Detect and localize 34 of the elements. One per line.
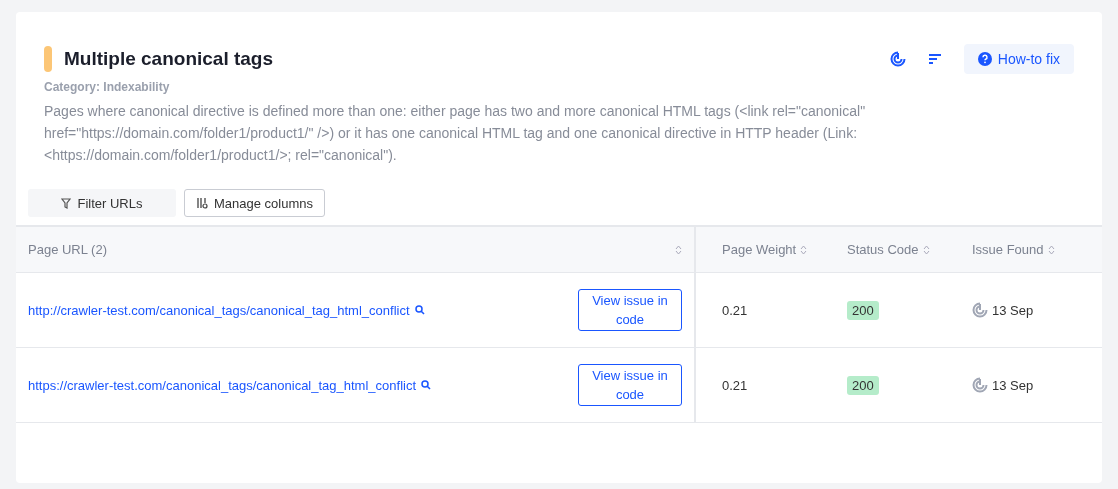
category-label: Category: Indexability [43, 80, 171, 94]
sort-icon [1047, 244, 1055, 255]
radar-icon [972, 302, 988, 318]
issue-description: Pages where canonical directive is defined more than one: either page has two and more canonical HTML tags (<link rel="canonical" href="https://domain.com/folder1/product1/" />) or it has one canonical HTML tag and one canonical directive in HTTP header (Link: <https://domain.com/folder1/product1/>; rel="canonical"). [44, 102, 867, 165]
sort-icon[interactable] [927, 53, 942, 65]
page-weight: 0.21 [722, 302, 748, 318]
view-issue-button[interactable]: View issue in code [578, 364, 682, 406]
sort-icon [800, 244, 808, 255]
issue-title: Multiple canonical tags [64, 48, 274, 70]
page-url-link[interactable]: http://crawler-test.com/canonical_tags/canonical_tag_html_conflict [28, 302, 410, 318]
sort-icon [675, 244, 682, 255]
help-icon [977, 52, 992, 66]
column-header[interactable]: Issue Found [972, 227, 1102, 272]
column-header[interactable]: Status Code [847, 227, 972, 272]
radar-icon[interactable] [889, 51, 906, 67]
column-header[interactable]: Page Weight [696, 227, 847, 272]
manage-columns-button[interactable]: Manage columns [184, 189, 325, 217]
column-header[interactable]: Page URL (2) [16, 227, 696, 272]
status-code: 200 [847, 375, 879, 395]
issue-found-date: 13 Sep [992, 377, 1034, 393]
filter-urls-button[interactable]: Filter URLs [28, 189, 176, 217]
page-url-link[interactable]: https://crawler-test.com/canonical_tags/canonical_tag_html_conflict [28, 377, 417, 393]
how-to-fix-button[interactable]: How-to fix [963, 44, 1074, 74]
page-weight: 0.21 [722, 377, 748, 393]
radar-icon [972, 377, 988, 393]
columns-icon [196, 197, 208, 209]
search-icon[interactable] [421, 380, 432, 390]
filter-icon [61, 197, 72, 209]
sort-icon [922, 244, 930, 255]
view-issue-button[interactable]: View issue in code [578, 289, 682, 331]
status-code: 200 [847, 300, 879, 320]
search-icon[interactable] [414, 305, 425, 315]
severity-bar [44, 46, 52, 72]
issue-found-date: 13 Sep [992, 302, 1034, 318]
